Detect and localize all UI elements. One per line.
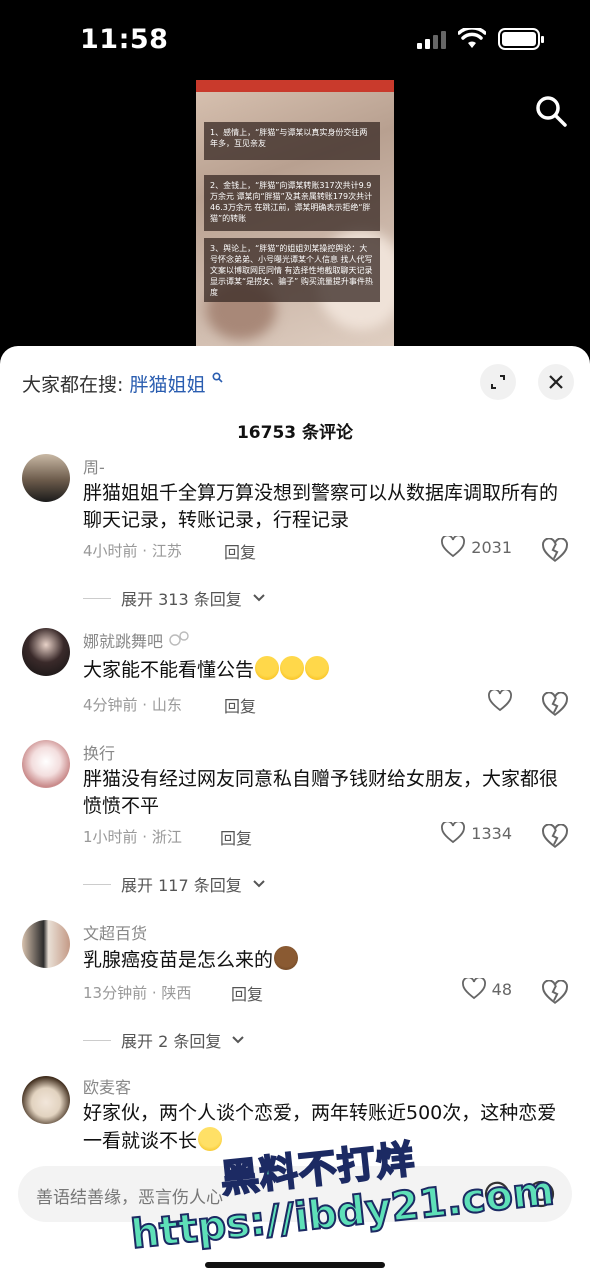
like-count: 1334 bbox=[471, 823, 512, 843]
wifi-icon bbox=[458, 28, 486, 48]
status-time: 11:58 bbox=[80, 24, 169, 55]
comment-time-location: 1小时前 · 浙江 bbox=[83, 828, 182, 846]
comment-item: 换行 胖猫没有经过网友同意私自赠予钱财给女朋友，大家都很愤愤不平 1小时前 · … bbox=[0, 738, 590, 898]
search-icon[interactable] bbox=[534, 94, 568, 128]
expand-button[interactable] bbox=[480, 364, 516, 400]
thumbnail-point-2: 2、金钱上，“胖猫”向谭某转账317次共计9.9万余元 谭某向“胖猫”及其亲属转… bbox=[204, 175, 380, 231]
video-player[interactable]: 1、感情上，“胖猫”与谭某以真实身份交往两年多，互见亲友 2、金钱上，“胖猫”向… bbox=[0, 80, 590, 350]
comment-text: 乳腺癌疫苗是怎么来的 bbox=[83, 946, 563, 974]
hot-search-label: 大家都在搜: bbox=[22, 374, 124, 396]
comment-item: 欧麦客 好家伙，两个人谈个恋爱，两年转账近500次，这种恋爱一看就谈不长 bbox=[0, 1074, 590, 1174]
close-icon bbox=[549, 375, 563, 389]
comment-time-location: 4小时前 · 江苏 bbox=[83, 542, 182, 560]
avatar[interactable] bbox=[22, 740, 70, 788]
like-count: 48 bbox=[491, 979, 512, 999]
laughing-emoji-icon bbox=[305, 656, 330, 680]
comment-text-content: 乳腺癌疫苗是怎么来的 bbox=[83, 949, 274, 971]
small-search-icon bbox=[212, 372, 223, 383]
heart-icon bbox=[441, 536, 466, 558]
expand-replies[interactable]: 展开 117 条回复 bbox=[83, 872, 266, 896]
heart-icon bbox=[488, 690, 512, 712]
comment-sheet: 大家都在搜: 胖猫姐姐 16753 条评论 周- 胖猫姐姐千全算万算没想到警察可… bbox=[0, 346, 590, 1280]
expand-replies[interactable]: 展开 313 条回复 bbox=[83, 586, 266, 610]
comment-time-location: 13分钟前 · 陕西 bbox=[83, 984, 192, 1002]
avatar[interactable] bbox=[22, 920, 70, 968]
heart-icon bbox=[441, 822, 466, 844]
bubbles-icon bbox=[169, 631, 189, 646]
reply-button[interactable]: 回复 bbox=[224, 539, 256, 563]
like-button[interactable] bbox=[488, 690, 512, 712]
emoji-icon[interactable] bbox=[526, 1179, 556, 1209]
comment-author[interactable]: 娜就跳舞吧 bbox=[83, 628, 190, 652]
close-button[interactable] bbox=[538, 364, 574, 400]
expand-icon bbox=[491, 375, 505, 389]
comment-text-content: 好家伙，两个人谈个恋爱，两年转账近500次，这种恋爱一看就谈不长 bbox=[83, 1102, 557, 1152]
expand-replies-label: 展开 313 条回复 bbox=[121, 590, 242, 609]
comment-count: 16753 条评论 bbox=[236, 423, 354, 443]
expand-replies-label: 展开 117 条回复 bbox=[121, 876, 242, 895]
reply-button[interactable]: 回复 bbox=[220, 825, 252, 849]
dislike-icon[interactable] bbox=[542, 980, 568, 1006]
mention-icon[interactable] bbox=[482, 1179, 512, 1209]
chevron-down-icon bbox=[253, 880, 265, 888]
comment-author[interactable]: 文超百货 bbox=[83, 920, 147, 944]
hot-search-keyword[interactable]: 胖猫姐姐 bbox=[129, 374, 205, 396]
dislike-icon[interactable] bbox=[542, 824, 568, 850]
hot-search[interactable]: 大家都在搜: 胖猫姐姐 bbox=[22, 370, 223, 397]
video-thumbnail: 1、感情上，“胖猫”与谭某以真实身份交往两年多，互见亲友 2、金钱上，“胖猫”向… bbox=[196, 80, 394, 350]
comment-author[interactable]: 欧麦客 bbox=[83, 1074, 131, 1098]
reply-button[interactable]: 回复 bbox=[231, 981, 263, 1005]
laughing-emoji-icon bbox=[255, 656, 280, 680]
comment-time-location: 4分钟前 · 山东 bbox=[83, 696, 182, 714]
sheet-header: 大家都在搜: 胖猫姐姐 bbox=[22, 364, 574, 404]
comment-item: 文超百货 乳腺癌疫苗是怎么来的 13分钟前 · 陕西 回复 48 展开 2 条回… bbox=[0, 920, 590, 1052]
heart-icon bbox=[461, 978, 486, 1000]
comment-input-placeholder[interactable]: 善语结善缘，恶言伤人心 bbox=[36, 1183, 223, 1208]
comment-item: 周- 胖猫姐姐千全算万算没想到警察可以从数据库调取所有的聊天记录，转账记录，行程… bbox=[0, 452, 590, 612]
reply-button[interactable]: 回复 bbox=[224, 693, 256, 717]
comment-text-content: 大家能不能看懂公告 bbox=[83, 659, 255, 681]
expand-replies[interactable]: 展开 2 条回复 bbox=[83, 1028, 245, 1052]
avatar[interactable] bbox=[22, 454, 70, 502]
status-bar: 11:58 bbox=[0, 0, 590, 80]
thumbnail-point-3: 3、舆论上，“胖猫”的姐姐刘某操控舆论：大号怀念弟弟、小号曝光谭某个人信息 找人… bbox=[204, 238, 380, 302]
expand-replies-label: 展开 2 条回复 bbox=[121, 1032, 222, 1051]
laughing-emoji-icon bbox=[280, 656, 305, 680]
dislike-icon[interactable] bbox=[542, 692, 568, 718]
poop-emoji-icon bbox=[274, 946, 299, 970]
battery-icon bbox=[498, 28, 544, 50]
comment-text: 胖猫没有经过网友同意私自赠予钱财给女朋友，大家都很愤愤不平 bbox=[83, 768, 559, 817]
avatar[interactable] bbox=[22, 1076, 70, 1124]
comment-item: 娜就跳舞吧 大家能不能看懂公告 4分钟前 · 山东 回复 bbox=[0, 626, 590, 726]
avatar[interactable] bbox=[22, 628, 70, 676]
thumbnail-point-1: 1、感情上，“胖猫”与谭某以真实身份交往两年多，互见亲友 bbox=[204, 122, 380, 160]
comment-text: 胖猫姐姐千全算万算没想到警察可以从数据库调取所有的聊天记录，转账记录，行程记录 bbox=[83, 482, 559, 531]
thumbnail-title-banner bbox=[196, 80, 394, 92]
like-count: 2031 bbox=[471, 537, 512, 557]
like-button[interactable]: 2031 bbox=[441, 536, 512, 558]
comment-author-name: 娜就跳舞吧 bbox=[83, 632, 164, 651]
home-indicator[interactable] bbox=[205, 1262, 385, 1268]
like-button[interactable]: 48 bbox=[461, 978, 512, 1000]
comment-author[interactable]: 换行 bbox=[83, 740, 115, 764]
comment-author[interactable]: 周- bbox=[83, 454, 105, 478]
comment-input-bar[interactable]: 善语结善缘，恶言伤人心 bbox=[18, 1166, 572, 1222]
cellular-signal-icon bbox=[417, 29, 446, 49]
chevron-down-icon bbox=[232, 1036, 245, 1044]
chevron-down-icon bbox=[253, 594, 265, 602]
like-button[interactable]: 1334 bbox=[441, 822, 512, 844]
comment-text: 好家伙，两个人谈个恋爱，两年转账近500次，这种恋爱一看就谈不长 bbox=[83, 1100, 563, 1155]
shushing-emoji-icon bbox=[198, 1127, 223, 1151]
dislike-icon[interactable] bbox=[542, 538, 568, 564]
status-icons bbox=[417, 28, 544, 50]
comment-text: 大家能不能看懂公告 bbox=[83, 656, 563, 684]
